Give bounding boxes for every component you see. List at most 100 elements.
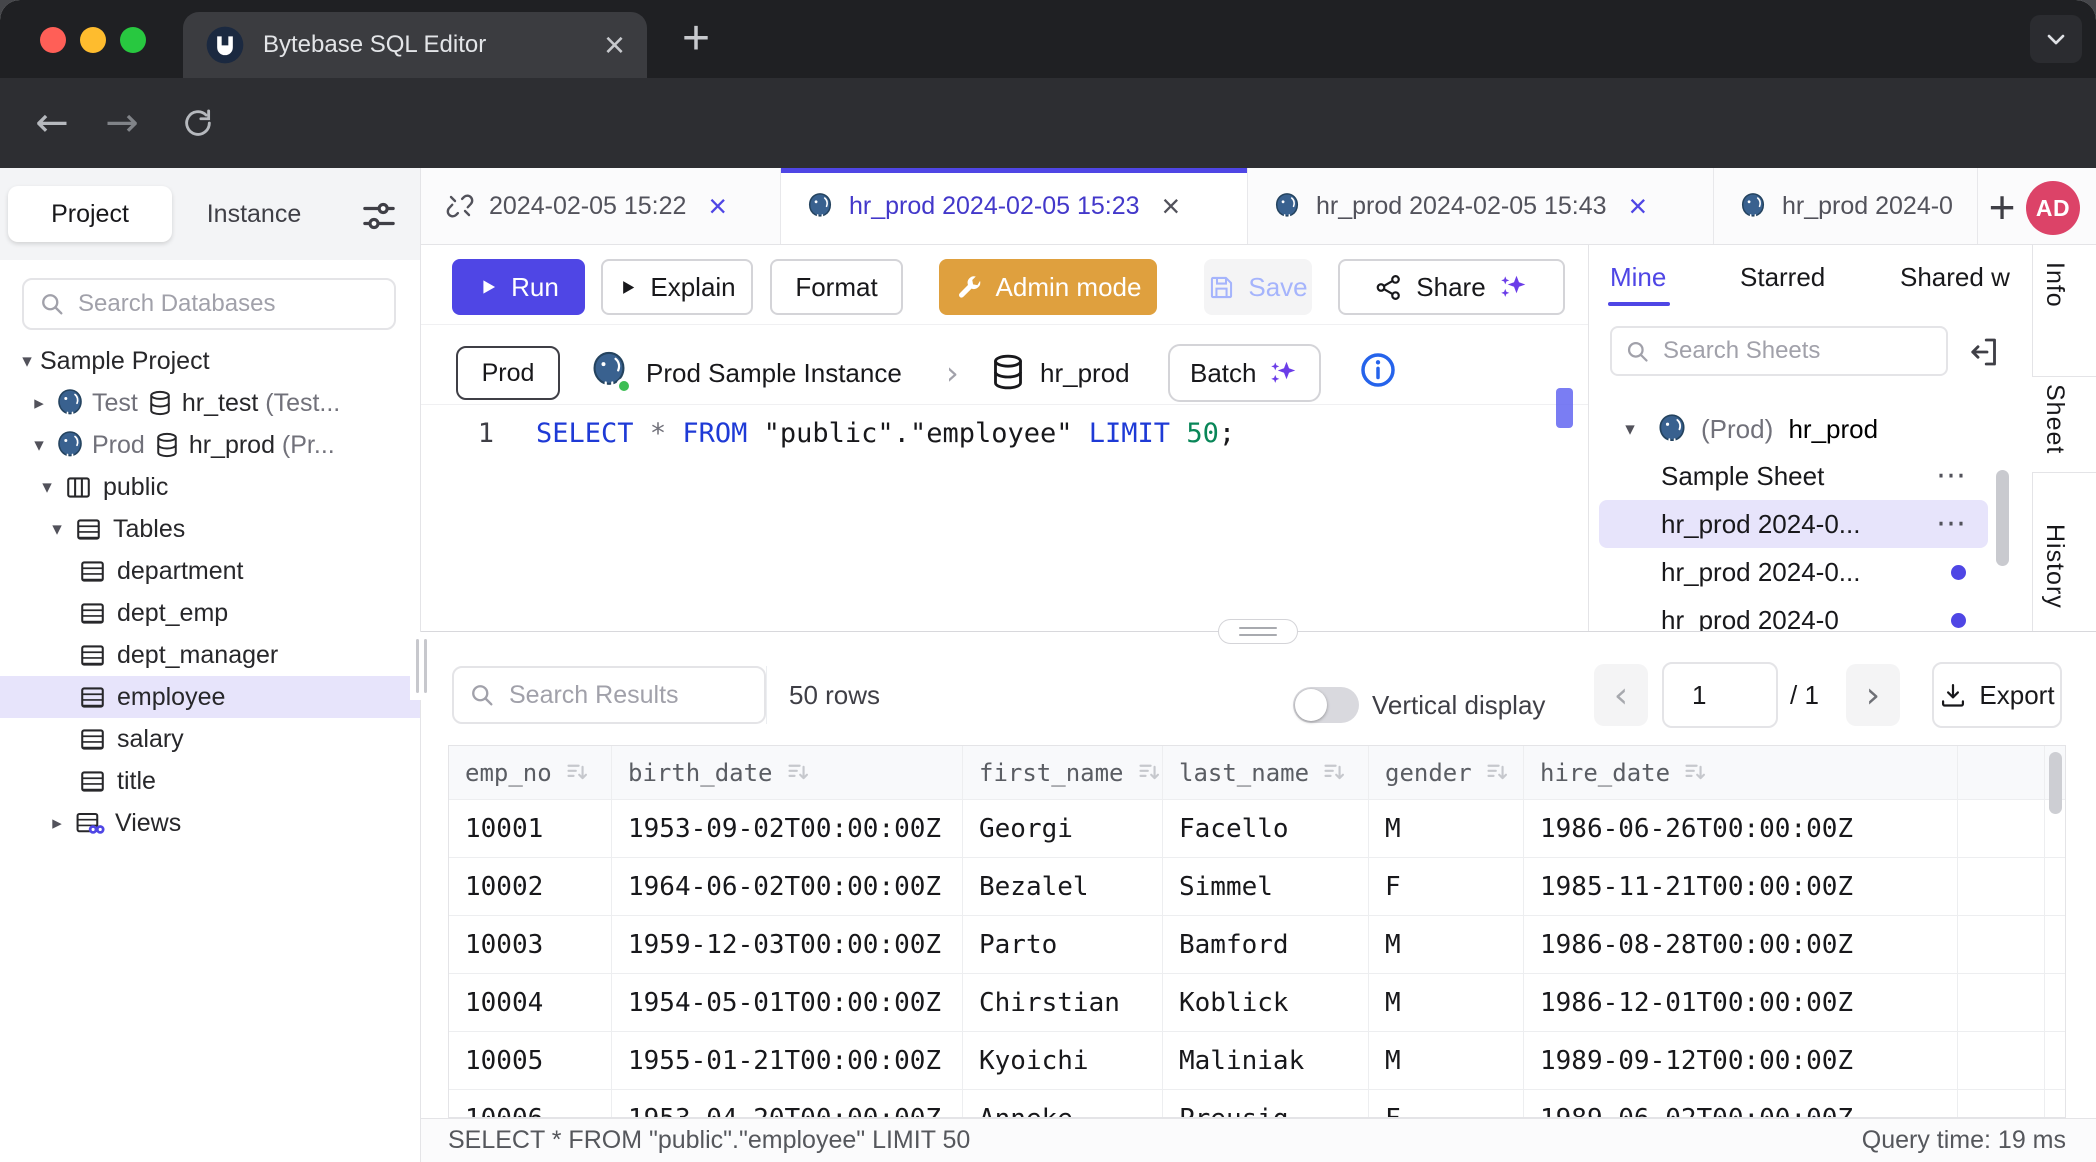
sidebar-item-views[interactable]: ▸Views	[0, 802, 420, 844]
close-tab-icon[interactable]: ×	[604, 27, 625, 63]
table-row[interactable]: 100011953-09-02T00:00:00ZGeorgiFacelloM1…	[449, 800, 2065, 858]
new-tab-button[interactable]: +	[668, 8, 724, 68]
results-resize-handle[interactable]	[1218, 619, 1298, 644]
filter-sliders-icon[interactable]	[356, 196, 402, 236]
caret-down-icon[interactable]: ▾	[1617, 418, 1643, 440]
table-scrollbar-thumb[interactable]	[2049, 752, 2062, 814]
rail-border	[2032, 245, 2033, 376]
explain-button[interactable]: Explain	[601, 259, 753, 315]
back-arrow-icon[interactable]: ←	[22, 78, 82, 168]
sheet-search-input[interactable]	[1663, 337, 1934, 365]
column-header-last_name[interactable]: last_name	[1163, 746, 1369, 799]
reload-icon[interactable]	[168, 78, 228, 168]
caret-down-icon[interactable]: ▾	[44, 518, 70, 540]
info-icon[interactable]	[1358, 350, 1398, 390]
close-tab-icon[interactable]: ×	[1162, 190, 1181, 222]
sidebar-item-hr_prod[interactable]: ▾Prodhr_prod (Pr...	[0, 424, 420, 466]
sidebar-table-department[interactable]: department	[0, 550, 420, 592]
editor-scrollbar-thumb[interactable]	[1556, 388, 1573, 428]
batch-button[interactable]: Batch	[1168, 344, 1321, 402]
page-input[interactable]	[1662, 662, 1778, 728]
table-row[interactable]: 100041954-05-01T00:00:00ZChirstianKoblic…	[449, 974, 2065, 1032]
editor-tab[interactable]: hr_prod 2024-02-05 15:43×	[1248, 168, 1714, 244]
caret-down-icon[interactable]: ▾	[34, 476, 60, 498]
save-button[interactable]: Save	[1204, 259, 1312, 315]
table-row[interactable]: 100061953-04-20T00:00:00ZAnnekePreusigF1…	[449, 1090, 2065, 1118]
results-search-input[interactable]	[509, 681, 750, 710]
close-window-button[interactable]	[40, 27, 66, 53]
status-bar: SELECT * FROM "public"."employee" LIMIT …	[421, 1118, 2096, 1162]
sheet-search[interactable]	[1610, 326, 1948, 376]
tab-mine[interactable]: Mine	[1610, 252, 1666, 302]
column-header-hire_date[interactable]: hire_date	[1524, 746, 1958, 799]
sql-token	[1170, 418, 1186, 449]
close-tab-icon[interactable]: ×	[708, 190, 727, 222]
tab-project[interactable]: Project	[8, 186, 172, 242]
sidebar-resize-handle[interactable]	[410, 632, 432, 700]
minimize-window-button[interactable]	[80, 27, 106, 53]
rail-tab-info[interactable]: Info	[2040, 262, 2069, 308]
sidebar-item-tables[interactable]: ▾Tables	[0, 508, 420, 550]
sheet-list-scrollbar[interactable]	[1996, 470, 2009, 566]
column-header-birth_date[interactable]: birth_date	[612, 746, 963, 799]
instance-breadcrumb[interactable]: Prod Sample Instance	[646, 346, 902, 400]
editor-tab[interactable]: hr_prod 2024-0	[1714, 168, 1978, 244]
sheet-item[interactable]: hr_prod 2024-0...⋯	[1599, 500, 1988, 548]
share-button[interactable]: Share	[1338, 259, 1565, 315]
export-button[interactable]: Export	[1932, 662, 2062, 728]
column-header-first_name[interactable]: first_name	[963, 746, 1163, 799]
database-breadcrumb[interactable]: hr_prod	[1040, 346, 1130, 400]
tab-starred[interactable]: Starred	[1740, 252, 1825, 302]
table-cell: 1954-05-01T00:00:00Z	[612, 974, 963, 1031]
sheet-item[interactable]: hr_prod 2024-0	[1599, 596, 1988, 631]
sheet-group[interactable]: ▾(Prod) hr_prod	[1589, 406, 2032, 452]
tab-mine-label: Mine	[1610, 262, 1666, 293]
editor-tab[interactable]: hr_prod 2024-02-05 15:23×	[781, 168, 1248, 244]
caret-down-icon[interactable]: ▾	[26, 434, 52, 456]
rail-tab-history[interactable]: History	[2040, 524, 2069, 609]
sidebar-table-dept_emp[interactable]: dept_emp	[0, 592, 420, 634]
executed-query-text: SELECT * FROM "public"."employee" LIMIT …	[448, 1126, 970, 1155]
sidebar-item-sample project[interactable]: ▾Sample Project	[0, 340, 420, 382]
run-button[interactable]: Run	[452, 259, 585, 315]
tab-search-button[interactable]	[2030, 15, 2082, 63]
sidebar-table-salary[interactable]: salary	[0, 718, 420, 760]
sheet-item[interactable]: Sample Sheet⋯	[1599, 452, 1988, 500]
format-button[interactable]: Format	[770, 259, 903, 315]
database-search-input[interactable]	[78, 290, 380, 318]
next-page-button[interactable]: ›	[1846, 664, 1900, 726]
sidebar-table-dept_manager[interactable]: dept_manager	[0, 634, 420, 676]
rail-tab-sheet[interactable]: Sheet	[2040, 384, 2069, 454]
results-search[interactable]	[452, 666, 766, 724]
new-sheet-button[interactable]: +	[1980, 172, 2024, 242]
table-row[interactable]: 100051955-01-21T00:00:00ZKyoichiMaliniak…	[449, 1032, 2065, 1090]
browser-tab[interactable]: Bytebase SQL Editor ×	[183, 12, 647, 78]
avatar[interactable]: AD	[2026, 181, 2080, 235]
sidebar-item-hr_test[interactable]: ▸Testhr_test (Test...	[0, 382, 420, 424]
database-icon	[988, 352, 1028, 392]
caret-down-icon[interactable]: ▾	[14, 350, 40, 372]
tab-instance[interactable]: Instance	[186, 186, 322, 242]
caret-right-icon[interactable]: ▸	[26, 392, 52, 414]
sidebar-table-title[interactable]: title	[0, 760, 420, 802]
caret-right-icon[interactable]: ▸	[44, 812, 70, 834]
database-search[interactable]	[22, 278, 396, 330]
forward-arrow-icon[interactable]: →	[92, 78, 152, 168]
vertical-display-toggle[interactable]	[1293, 687, 1359, 723]
prev-page-button[interactable]: ‹	[1594, 664, 1648, 726]
table-row[interactable]: 100021964-06-02T00:00:00ZBezalelSimmelF1…	[449, 858, 2065, 916]
admin-mode-button[interactable]: Admin mode	[939, 259, 1157, 315]
sidebar-table-employee[interactable]: employee	[0, 676, 420, 718]
sheet-item[interactable]: hr_prod 2024-0...	[1599, 548, 1988, 596]
column-header-gender[interactable]: gender	[1369, 746, 1524, 799]
column-header-emp_no[interactable]: emp_no	[449, 746, 612, 799]
connection-status-dot	[616, 378, 632, 394]
sidebar-item-public[interactable]: ▾public	[0, 466, 420, 508]
close-tab-icon[interactable]: ×	[1629, 190, 1648, 222]
sql-code-line[interactable]: SELECT * FROM "public"."employee" LIMIT …	[536, 418, 1235, 449]
zoom-window-button[interactable]	[120, 27, 146, 53]
editor-tab[interactable]: 2024-02-05 15:22×	[421, 168, 781, 244]
table-row[interactable]: 100031959-12-03T00:00:00ZPartoBamfordM19…	[449, 916, 2065, 974]
tab-shared[interactable]: Shared w	[1900, 252, 2032, 302]
collapse-panel-icon[interactable]	[1966, 334, 2002, 370]
